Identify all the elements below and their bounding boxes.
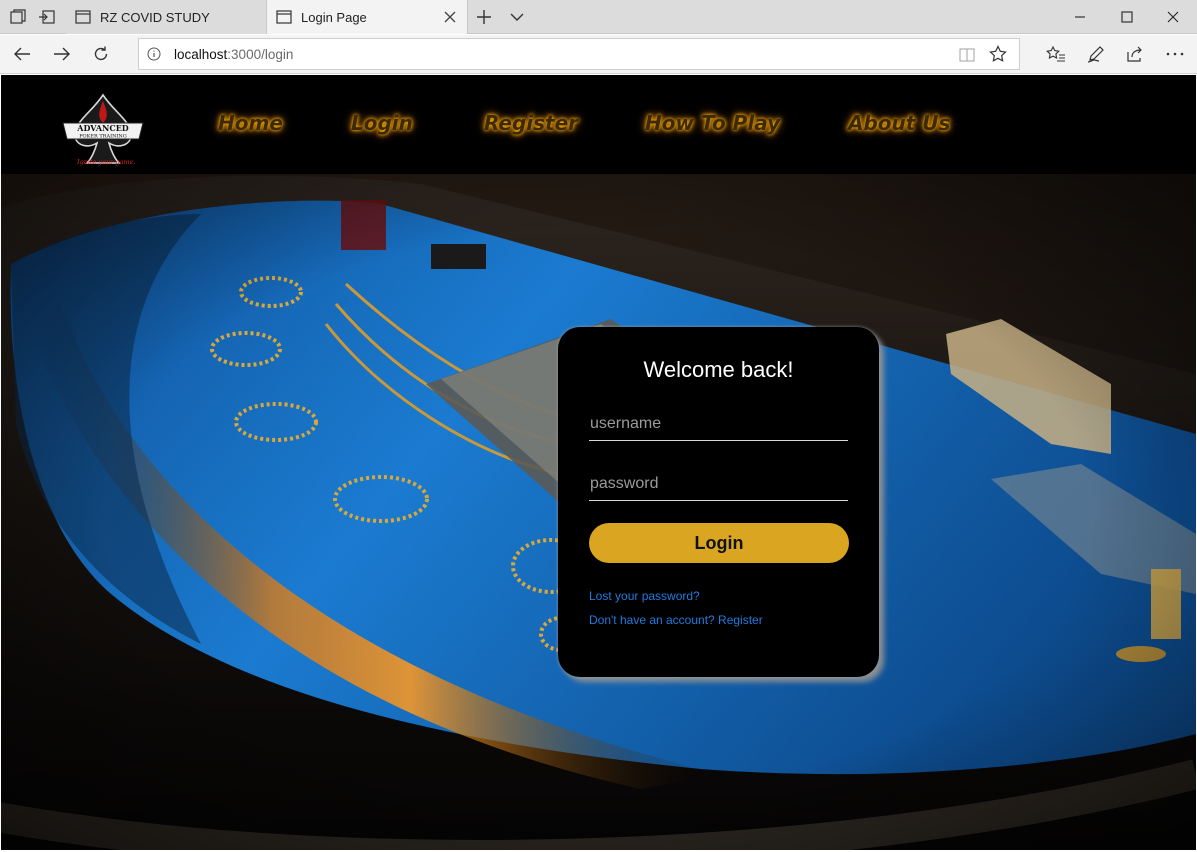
share-button[interactable]: [1123, 43, 1147, 65]
favorites-list-icon: [1046, 45, 1065, 62]
close-icon: [1167, 11, 1179, 23]
login-title: Welcome back!: [643, 357, 794, 382]
page-icon: [276, 10, 292, 24]
nav-home[interactable]: Home: [218, 111, 283, 135]
maximize-icon: [1121, 11, 1133, 23]
close-window-button[interactable]: [1150, 0, 1196, 34]
info-icon[interactable]: [147, 47, 161, 61]
reading-view-icon[interactable]: [959, 47, 975, 63]
url-host: localhost: [174, 47, 228, 62]
browser-tab-bar: RZ COVID STUDY Login Page: [0, 0, 1197, 34]
notes-button[interactable]: [1084, 43, 1108, 65]
register-link[interactable]: Don't have an account? Register: [589, 613, 763, 627]
more-icon: [1166, 52, 1184, 56]
tab-actions-icon[interactable]: [9, 8, 27, 26]
new-tab-icon[interactable]: [474, 8, 494, 26]
minimize-button[interactable]: [1057, 0, 1103, 34]
pen-icon: [1087, 46, 1104, 63]
logo-text-line2: POKER TRAINING: [79, 134, 127, 140]
nav-register[interactable]: Register: [484, 111, 578, 135]
address-bar[interactable]: localhost:3000/login: [138, 38, 1020, 70]
favorites-button[interactable]: [1044, 43, 1068, 65]
browser-nav-bar: localhost:3000/login: [0, 35, 1197, 74]
logo-tagline: Ignite your game.: [77, 158, 136, 166]
lost-password-link[interactable]: Lost your password?: [589, 589, 700, 603]
password-input[interactable]: [589, 467, 848, 501]
arrow-left-icon: [14, 47, 30, 61]
tab-login-page[interactable]: Login Page: [266, 0, 468, 34]
refresh-icon: [94, 46, 108, 61]
login-card: Welcome back! Login Lost your password? …: [558, 327, 879, 677]
maximize-button[interactable]: [1104, 0, 1150, 34]
set-aside-tabs-icon[interactable]: [38, 8, 56, 26]
nav-login[interactable]: Login: [351, 111, 413, 135]
star-icon[interactable]: [989, 45, 1007, 63]
url-path: :3000/login: [227, 47, 294, 62]
more-button[interactable]: [1163, 43, 1187, 65]
url-text[interactable]: localhost:3000/login: [174, 47, 293, 62]
tab-rz-covid-study[interactable]: RZ COVID STUDY: [66, 0, 266, 34]
page-icon: [75, 10, 91, 24]
minimize-icon: [1075, 16, 1085, 18]
tab-title: Login Page: [301, 9, 367, 25]
chevron-down-icon[interactable]: [507, 8, 527, 26]
back-button[interactable]: [10, 43, 34, 65]
login-button[interactable]: Login: [589, 523, 849, 563]
nav-about-us[interactable]: About Us: [848, 111, 950, 135]
nav-how-to-play[interactable]: How To Play: [645, 111, 780, 135]
tab-title: RZ COVID STUDY: [100, 9, 210, 25]
forward-button[interactable]: [50, 43, 74, 65]
refresh-button[interactable]: [89, 43, 113, 65]
web-page: ADVANCED POKER TRAINING Ignite your game…: [1, 75, 1196, 850]
site-header: ADVANCED POKER TRAINING Ignite your game…: [1, 75, 1196, 174]
username-input[interactable]: [589, 407, 848, 441]
share-icon: [1127, 46, 1142, 62]
close-tab-icon[interactable]: [443, 10, 457, 24]
logo-text-line1: ADVANCED: [76, 123, 129, 133]
arrow-right-icon: [54, 47, 70, 61]
